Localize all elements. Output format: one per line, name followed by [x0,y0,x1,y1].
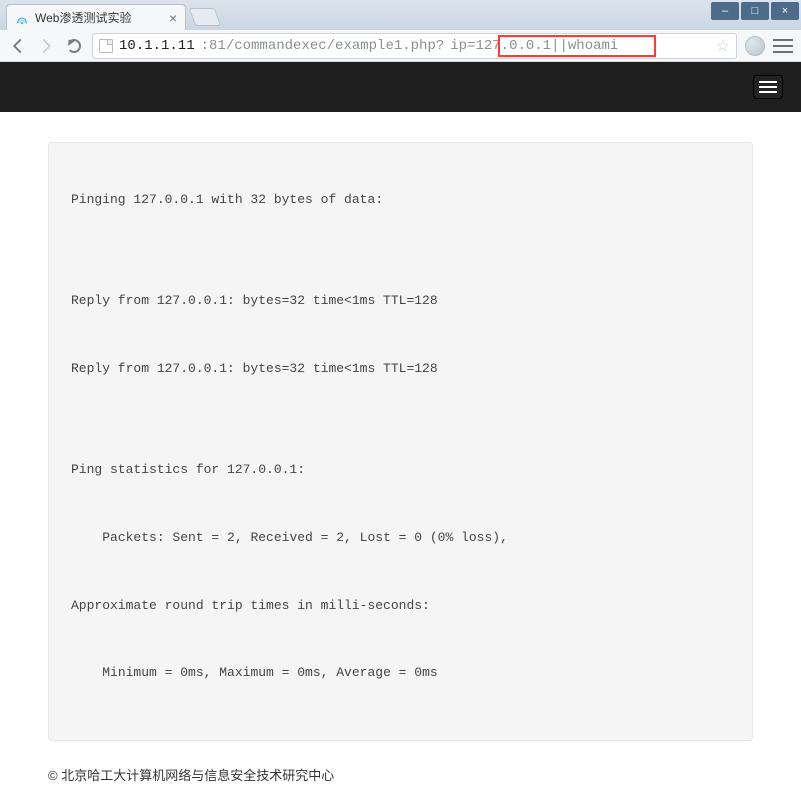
new-tab-button[interactable] [189,8,222,26]
page-icon [99,39,113,53]
reload-icon [67,39,81,53]
window-buttons: – □ × [709,0,801,22]
browser-menu-button[interactable] [773,39,793,53]
reload-button[interactable] [64,36,84,56]
tab-title: Web渗透测试实验 [35,9,163,26]
output-panel: Pinging 127.0.0.1 with 32 bytes of data:… [48,142,753,741]
command-output: Pinging 127.0.0.1 with 32 bytes of data:… [71,183,730,690]
browser-tabstrip: Web渗透测试实验 × – □ × [0,0,801,30]
url-query: ip=127.0.0.1||whoami [450,38,618,54]
page-footer: © 北京哈工大计算机网络与信息安全技术研究中心 [0,751,801,798]
tab-favicon [15,11,29,25]
browser-tab-active[interactable]: Web渗透测试实验 × [6,4,186,30]
forward-button[interactable] [36,36,56,56]
back-button[interactable] [8,36,28,56]
url-path: :81/commandexec/example1.php? [201,38,445,54]
page-action-icon[interactable] [745,36,765,56]
url-host: 10.1.1.11 [119,38,195,54]
site-menu-button[interactable] [753,75,783,99]
bookmark-star-icon[interactable]: ☆ [716,36,730,56]
address-bar[interactable]: 10.1.1.11 :81/commandexec/example1.php? ip… [92,33,737,59]
page-viewport: Pinging 127.0.0.1 with 32 bytes of data:… [0,62,801,798]
browser-toolbar: 10.1.1.11 :81/commandexec/example1.php? ip… [0,30,801,62]
site-header [0,62,801,112]
tab-close-icon[interactable]: × [169,11,177,25]
page-body: Pinging 127.0.0.1 with 32 bytes of data:… [0,112,801,751]
window-close-button[interactable]: × [771,2,799,20]
window-maximize-button[interactable]: □ [741,2,769,20]
window-minimize-button[interactable]: – [711,2,739,20]
